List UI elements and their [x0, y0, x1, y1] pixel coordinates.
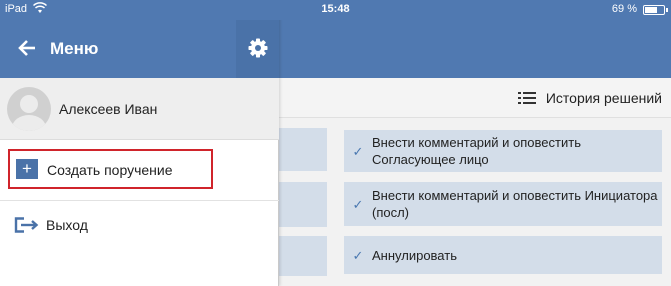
menu-divider [0, 200, 279, 201]
user-profile[interactable]: Алексеев Иван [0, 78, 279, 140]
drawer-header: Меню [0, 20, 279, 78]
create-task-label: Создать поручение [47, 162, 173, 178]
history-button[interactable]: История решений [517, 90, 662, 106]
exit-icon [14, 217, 40, 238]
exit-label: Выход [46, 217, 88, 233]
battery-icon [643, 5, 668, 15]
list-card[interactable] [279, 182, 327, 227]
main-header [279, 20, 671, 78]
action-label: Внести комментарий и оповестить Согласую… [372, 135, 581, 167]
list-card[interactable] [279, 236, 327, 276]
history-label: История решений [545, 90, 662, 106]
plus-icon: + [16, 159, 38, 179]
main-toolbar: История решений [279, 78, 671, 118]
action-item[interactable]: ✓ Аннулировать [344, 236, 662, 274]
action-item[interactable]: ✓ Внести комментарий и оповестить Соглас… [344, 130, 662, 172]
action-label: Аннулировать [372, 247, 457, 263]
avatar [7, 87, 51, 131]
settings-button[interactable] [236, 20, 279, 78]
check-icon: ✓ [352, 196, 364, 212]
create-task-menu-item[interactable]: + Создать поручение [8, 149, 213, 189]
action-item[interactable]: ✓ Внести комментарий и оповестить Инициа… [344, 182, 662, 226]
main-content: История решений ✓ Внести комментарий и о… [279, 0, 671, 286]
profile-name: Алексеев Иван [59, 101, 158, 117]
battery-percent: 69 % [611, 3, 637, 15]
action-label: Внести комментарий и оповестить Инициато… [372, 188, 658, 220]
list-card[interactable] [279, 128, 327, 171]
drawer-title: Меню [50, 39, 99, 58]
clock: 15:48 [321, 3, 350, 15]
status-bar: iPad 15:48 69 % [0, 0, 671, 20]
gear-icon [248, 38, 268, 58]
check-icon: ✓ [352, 143, 364, 159]
list-icon [517, 92, 536, 104]
check-icon: ✓ [352, 247, 364, 263]
side-drawer: Меню Алексеев Иван + Создать поручение В… [0, 0, 279, 286]
exit-menu-item[interactable]: Выход [0, 205, 279, 245]
back-arrow-icon[interactable] [18, 39, 38, 59]
